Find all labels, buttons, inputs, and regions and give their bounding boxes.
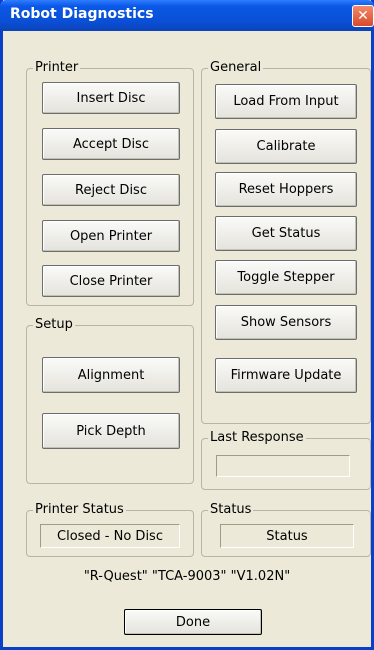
pick-depth-button[interactable]: Pick Depth (42, 413, 180, 449)
toggle-stepper-button[interactable]: Toggle Stepper (215, 260, 357, 295)
printer-group-legend: Printer (33, 60, 81, 75)
reset-hoppers-button[interactable]: Reset Hoppers (215, 172, 357, 207)
status-field: Status (220, 524, 354, 548)
alignment-button[interactable]: Alignment (42, 357, 180, 393)
get-status-button[interactable]: Get Status (215, 216, 357, 251)
show-sensors-button[interactable]: Show Sensors (215, 305, 357, 340)
status-legend: Status (208, 502, 254, 517)
printer-status-field: Closed - No Disc (40, 524, 180, 548)
last-response-field (216, 455, 350, 477)
robot-diagnostics-window: Robot Diagnostics ✕ Printer Insert Disc … (0, 0, 374, 650)
window-title: Robot Diagnostics (10, 6, 154, 22)
open-printer-button[interactable]: Open Printer (42, 220, 180, 252)
setup-group-legend: Setup (33, 317, 75, 332)
setup-group: Setup Alignment Pick Depth (26, 317, 194, 484)
printer-status-group: Printer Status Closed - No Disc (26, 502, 194, 557)
title-bar[interactable]: Robot Diagnostics ✕ (0, 0, 374, 31)
close-printer-button[interactable]: Close Printer (42, 265, 180, 297)
firmware-update-button[interactable]: Firmware Update (215, 358, 357, 393)
close-icon: ✕ (357, 8, 369, 24)
general-group: General Load From Input Calibrate Reset … (201, 60, 371, 424)
general-group-legend: General (208, 60, 264, 75)
version-label: "R-Quest" "TCA-9003" "V1.02N" (83, 569, 291, 584)
calibrate-button[interactable]: Calibrate (215, 129, 357, 164)
last-response-legend: Last Response (208, 430, 306, 445)
close-button[interactable]: ✕ (352, 5, 374, 27)
insert-disc-button[interactable]: Insert Disc (42, 82, 180, 114)
reject-disc-button[interactable]: Reject Disc (42, 174, 180, 206)
load-from-input-button[interactable]: Load From Input (215, 84, 357, 119)
printer-status-legend: Printer Status (33, 502, 126, 517)
accept-disc-button[interactable]: Accept Disc (42, 128, 180, 160)
last-response-group: Last Response (201, 430, 371, 490)
status-group: Status Status (201, 502, 371, 557)
printer-group: Printer Insert Disc Accept Disc Reject D… (26, 60, 194, 306)
done-button[interactable]: Done (124, 609, 262, 635)
